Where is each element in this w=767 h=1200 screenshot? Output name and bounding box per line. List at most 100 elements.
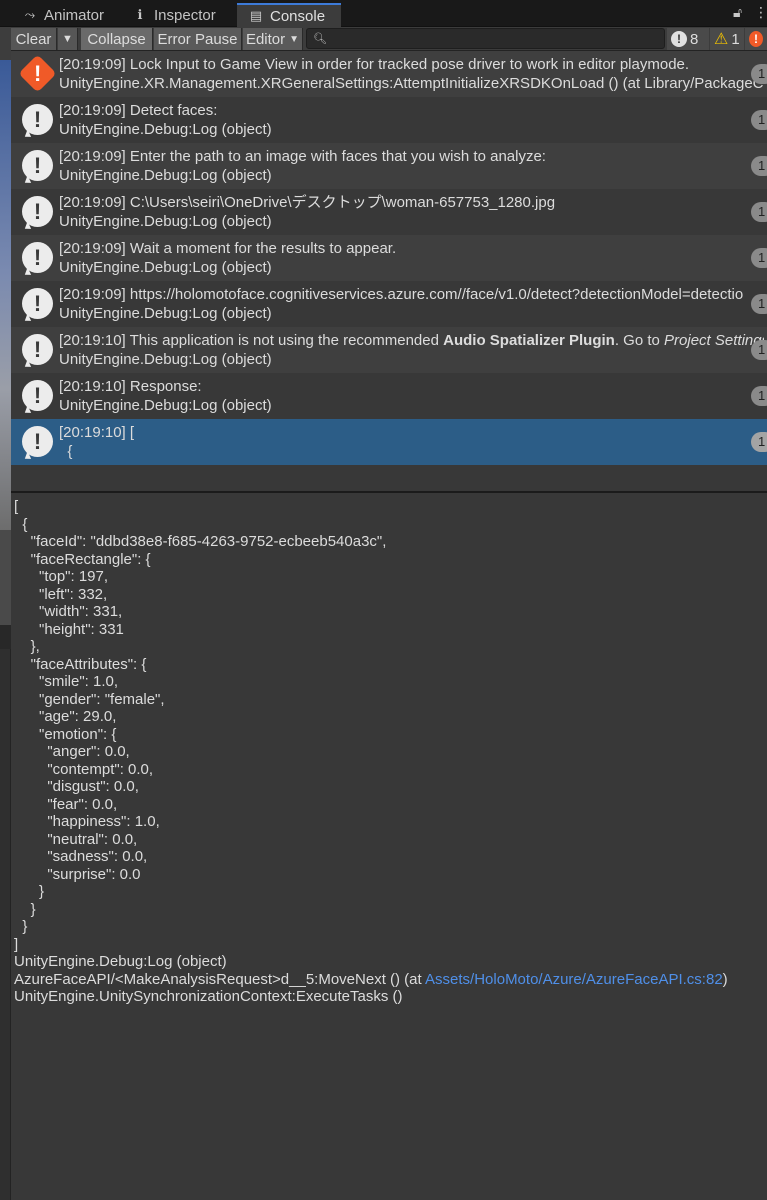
collapse-count-badge: 1 xyxy=(751,110,767,130)
tab-animator[interactable]: ⤳ Animator xyxy=(11,3,119,27)
log-entry[interactable]: ! [20:19:09] Lock Input to Game View in … xyxy=(11,51,767,97)
scene-sky xyxy=(0,60,11,530)
collapse-count-badge: 1 xyxy=(751,432,767,452)
log-detail-pane[interactable]: [ { "faceId": "ddbd38e8-f685-4263-9752-e… xyxy=(11,493,767,1200)
lock-icon[interactable]: 🔓︎ xyxy=(733,4,742,21)
detail-line: "surprise": 0.0 xyxy=(14,865,141,883)
search-field[interactable]: 🔍︎ xyxy=(306,28,665,49)
collapse-count-badge: 1 xyxy=(751,156,767,176)
warning-filter-toggle[interactable]: ⚠ 1 xyxy=(710,28,744,50)
stacktrace-text: AzureFaceAPI/<MakeAnalysisRequest>d__5:M… xyxy=(14,970,426,988)
log-entry-selected[interactable]: ! [20:19:10] [ { 1 xyxy=(11,419,767,465)
detail-line: ] xyxy=(14,935,19,953)
log-filter-toggle[interactable]: ! 8 xyxy=(667,28,709,50)
log-stacktrace: UnityEngine.XR.Management.XRGeneralSetti… xyxy=(59,75,764,92)
collapse-count-badge: 1 xyxy=(751,386,767,406)
detail-line: } xyxy=(14,918,28,935)
clear-button[interactable]: Clear xyxy=(11,28,57,50)
detail-line: "faceAttributes": { xyxy=(14,655,147,673)
more-menu-icon[interactable]: ⋮ xyxy=(754,4,767,21)
detail-line: "top": 197, xyxy=(14,568,109,585)
side-panel xyxy=(0,649,11,1200)
chevron-down-icon: ▼ xyxy=(62,33,73,45)
log-message-bold: Audio Spatializer Plugin xyxy=(443,332,615,349)
log-entry[interactable]: ! [20:19:10] Response: UnityEngine.Debug… xyxy=(11,373,767,419)
collapse-toggle[interactable]: Collapse xyxy=(81,28,153,50)
error-icon: ! xyxy=(18,54,57,93)
log-message: [20:19:09] Detect faces: xyxy=(59,102,218,119)
animator-icon: ⤳ xyxy=(24,7,36,22)
tab-console[interactable]: ▤ Console xyxy=(237,3,341,27)
info-message-icon: ! xyxy=(22,380,53,411)
detail-line: "faceRectangle": { xyxy=(14,550,151,568)
log-stacktrace: UnityEngine.Debug:Log (object) xyxy=(59,167,272,184)
log-message: [20:19:09] Wait a moment for the results… xyxy=(59,240,397,257)
log-entry[interactable]: ! [20:19:09] Wait a moment for the resul… xyxy=(11,235,767,281)
detail-line: "age": 29.0, xyxy=(14,708,117,725)
log-message-text: . Go to xyxy=(614,332,665,349)
detail-line: "width": 331, xyxy=(14,603,123,620)
detail-text: [ { "faceId": "ddbd38e8-f685-4263-9752-e… xyxy=(14,498,767,971)
detail-line: "left": 332, xyxy=(14,585,108,603)
log-stacktrace: UnityEngine.Debug:Log (object) xyxy=(59,213,272,230)
log-message: [20:19:10] [ xyxy=(59,424,135,441)
detail-line: "fear": 0.0, xyxy=(14,795,118,813)
log-entry[interactable]: ! [20:19:09] Detect faces: UnityEngine.D… xyxy=(11,97,767,143)
detail-line: { xyxy=(14,515,28,533)
search-input[interactable] xyxy=(332,30,663,47)
collapse-count-badge: 1 xyxy=(751,248,767,268)
scene-ground xyxy=(0,530,11,625)
tab-inspector[interactable]: ℹ Inspector xyxy=(121,3,233,27)
source-file-link[interactable]: Assets/HoloMoto/Azure/AzureFaceAPI.cs:82 xyxy=(425,971,723,988)
detail-line: } xyxy=(14,900,36,918)
log-message: [20:19:09] C:\Users\seiri\OneDrive\デスクトッ… xyxy=(59,194,556,211)
log-stacktrace: UnityEngine.Debug:Log (object) xyxy=(59,397,272,414)
detail-line: "smile": 1.0, xyxy=(14,673,119,690)
info-message-icon: ! xyxy=(22,242,53,273)
info-message-icon: ! xyxy=(22,104,53,135)
collapse-count-badge: 1 xyxy=(751,202,767,222)
detail-line: "sadness": 0.0, xyxy=(14,848,148,865)
log-entry[interactable]: ! [20:19:10] This application is not usi… xyxy=(11,327,767,373)
detail-line: "gender": "female", xyxy=(14,690,165,708)
error-icon: ! xyxy=(749,31,763,47)
editor-dropdown[interactable]: Editor ▼ xyxy=(243,28,303,50)
detail-line: "disgust": 0.0, xyxy=(14,778,139,795)
search-icon: 🔍︎ xyxy=(313,33,327,45)
log-message: [20:19:09] https://holomotoface.cognitiv… xyxy=(59,286,744,303)
info-message-icon: ! xyxy=(671,31,687,47)
editor-dropdown-label: Editor xyxy=(245,30,286,48)
tab-inspector-label: Inspector xyxy=(154,6,216,24)
detail-line: }, xyxy=(14,638,40,655)
tab-bar: ⤳ Animator ℹ Inspector ▤ Console 🔓︎ ⋮ xyxy=(0,0,767,27)
clear-options-dropdown[interactable]: ▼ xyxy=(58,28,78,50)
collapse-count-badge: 1 xyxy=(751,294,767,314)
log-stacktrace: { xyxy=(59,443,73,460)
console-icon: ▤ xyxy=(249,8,263,23)
error-pause-toggle[interactable]: Error Pause xyxy=(154,28,242,50)
stacktrace-text: ) xyxy=(722,970,728,988)
background-scene-view xyxy=(0,0,11,1200)
info-message-icon: ! xyxy=(22,426,53,457)
log-count: 8 xyxy=(690,30,699,48)
log-entry[interactable]: ! [20:19:09] C:\Users\seiri\OneDrive\デスク… xyxy=(11,189,767,235)
log-message: [20:19:10] This application is not using… xyxy=(59,331,764,350)
console-log-list[interactable]: ! [20:19:09] Lock Input to Game View in … xyxy=(11,51,767,491)
detail-line: } xyxy=(14,883,45,900)
log-message-text: [20:19:10] This application is not using… xyxy=(59,332,444,349)
info-message-icon: ! xyxy=(22,288,53,319)
collapse-count-badge: 1 xyxy=(751,340,767,360)
log-entry[interactable]: ! [20:19:09] Enter the path to an image … xyxy=(11,143,767,189)
error-filter-toggle[interactable]: ! xyxy=(745,28,767,50)
warning-count: 1 xyxy=(731,30,740,48)
detail-stacktrace-line: AzureFaceAPI/<MakeAnalysisRequest>d__5:M… xyxy=(14,971,767,989)
log-entry[interactable]: ! [20:19:09] https://holomotoface.cognit… xyxy=(11,281,767,327)
log-message: [20:19:10] Response: xyxy=(59,378,202,395)
log-stacktrace: UnityEngine.Debug:Log (object) xyxy=(59,351,272,368)
info-message-icon: ! xyxy=(22,150,53,181)
unity-editor-window: ⤳ Animator ℹ Inspector ▤ Console 🔓︎ ⋮ Cl… xyxy=(0,0,767,1200)
detail-line: "neutral": 0.0, xyxy=(14,830,138,848)
collapse-count-badge: 1 xyxy=(751,64,767,84)
log-message: [20:19:09] Lock Input to Game View in or… xyxy=(59,56,690,73)
tab-animator-label: Animator xyxy=(44,6,105,24)
